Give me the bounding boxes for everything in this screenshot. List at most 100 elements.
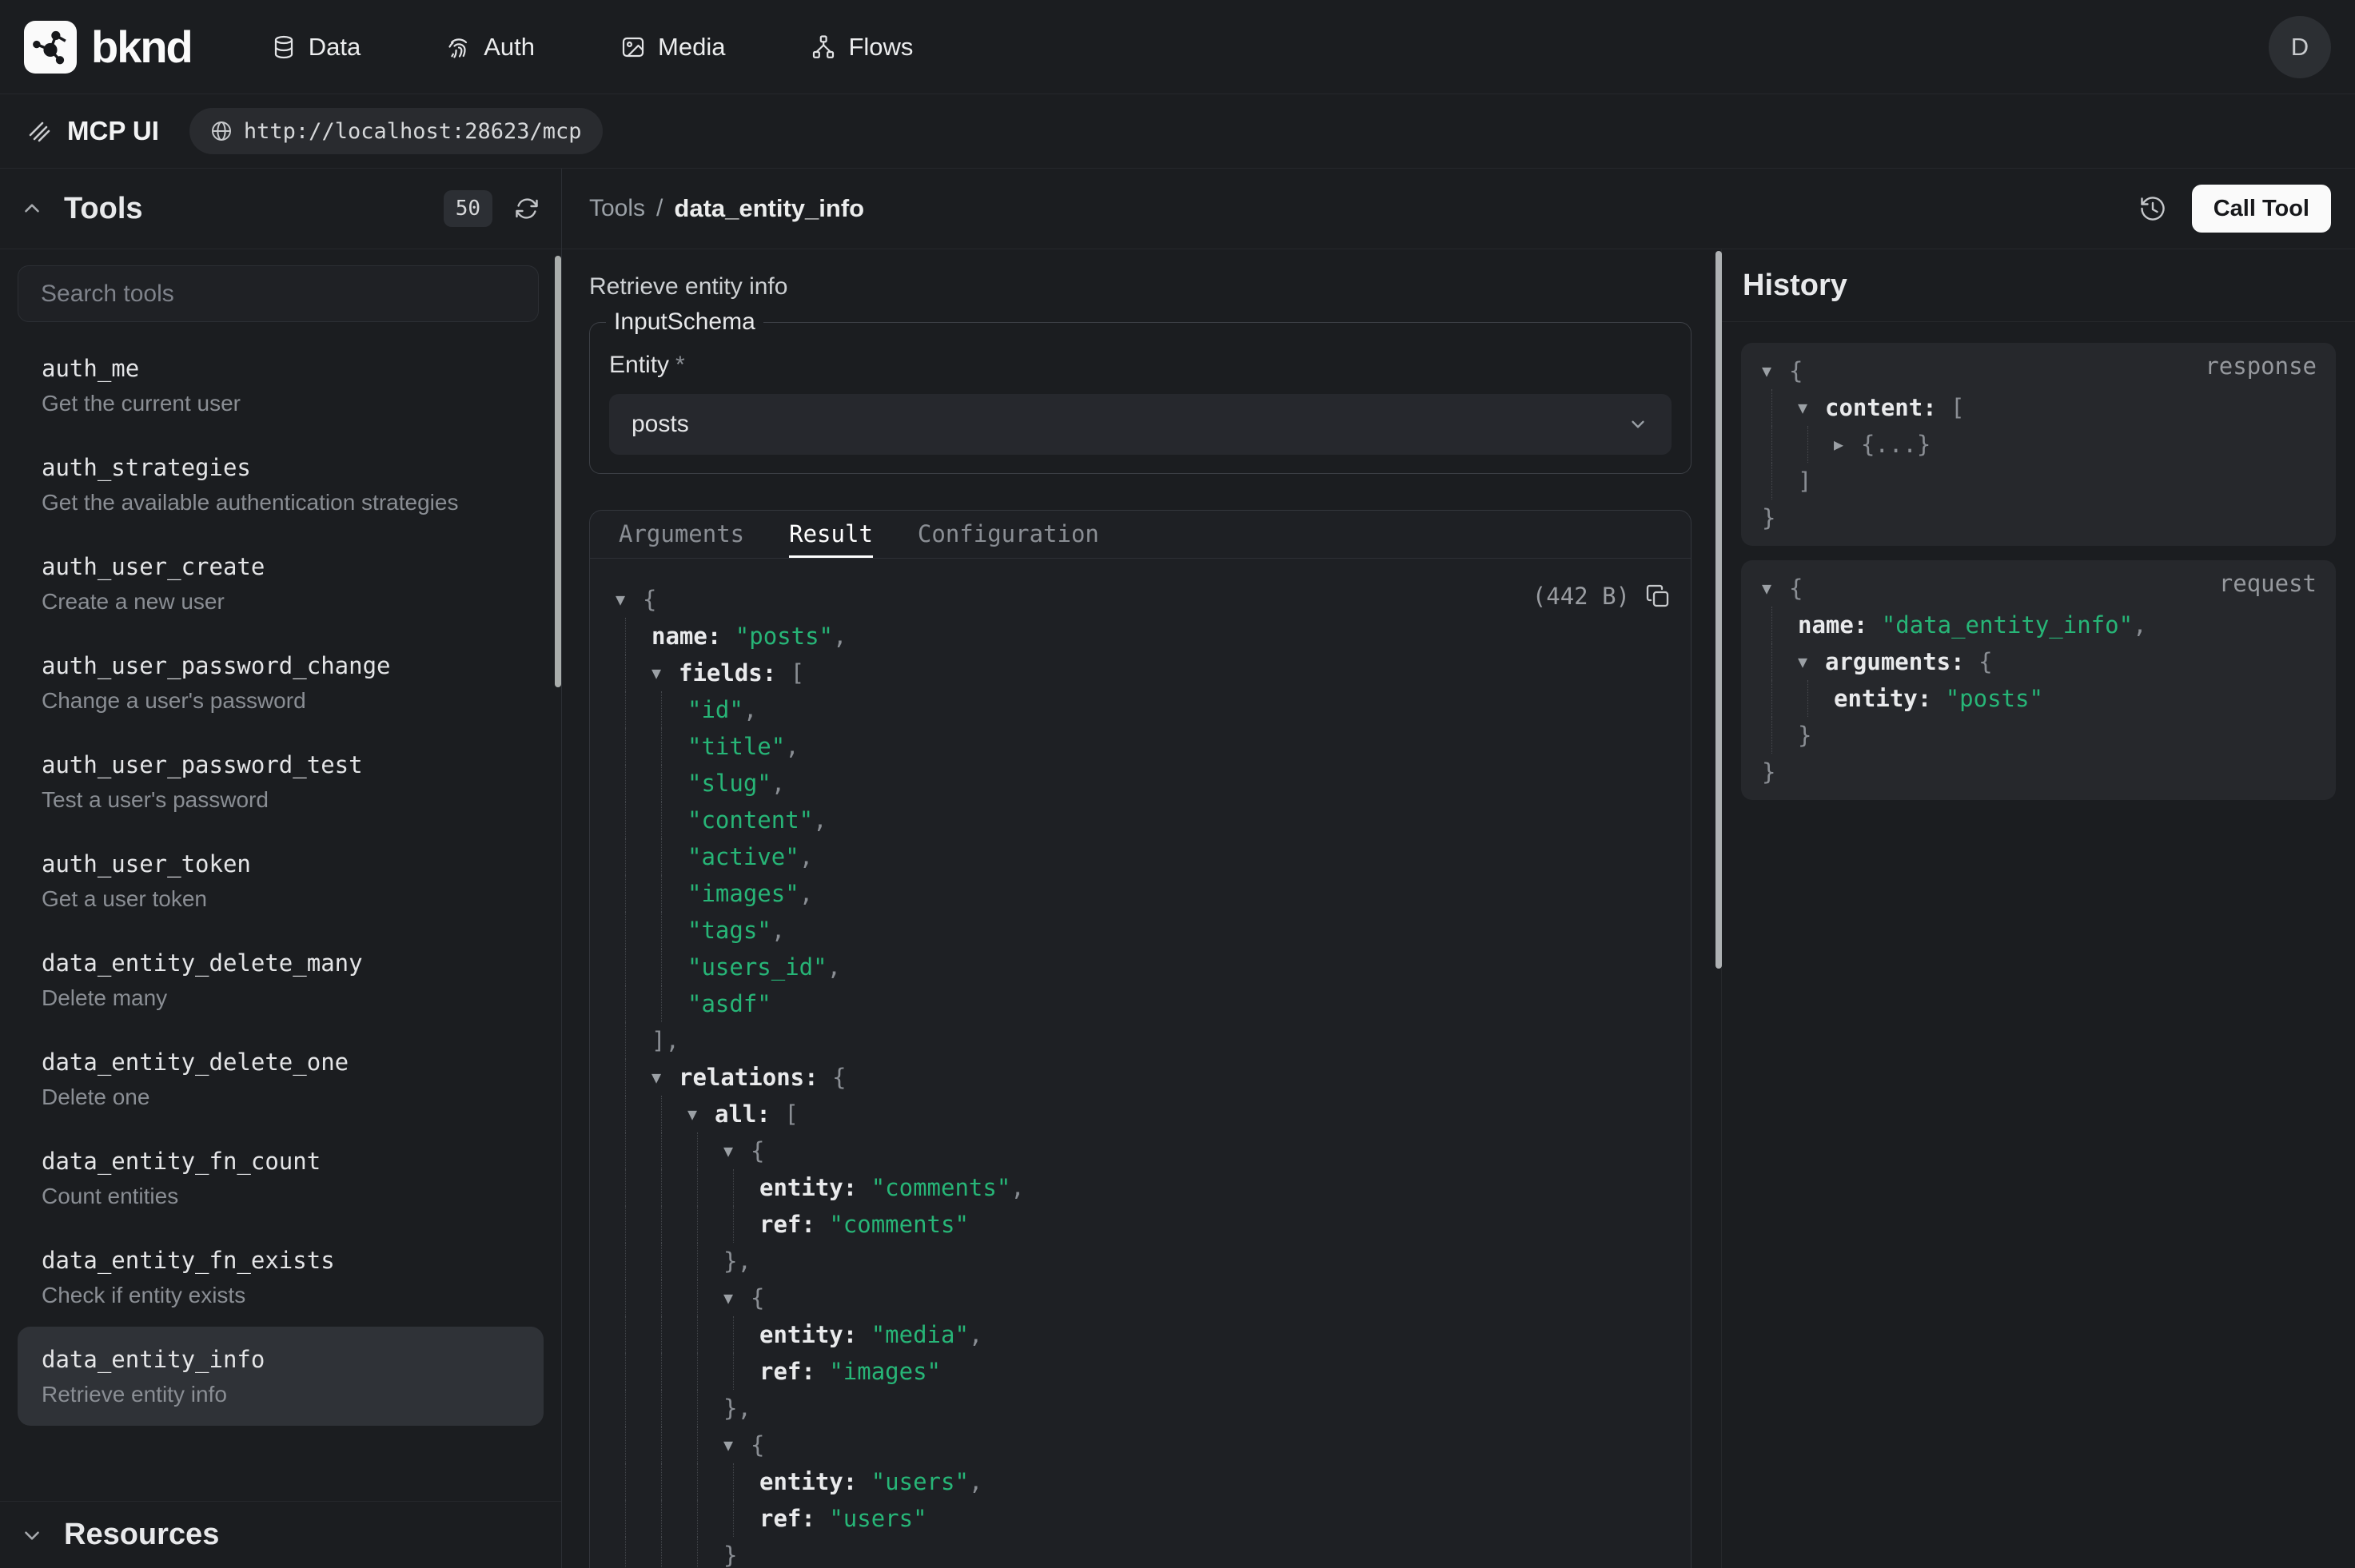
resources-section-header[interactable]: Resources — [0, 1501, 561, 1568]
collapse-toggle-icon[interactable]: ▼ — [723, 1279, 751, 1316]
tool-list-item[interactable]: data_entity_infoRetrieve entity info — [18, 1327, 544, 1426]
entity-field-label: Entity* — [609, 352, 1672, 379]
tab-configuration[interactable]: Configuration — [918, 511, 1099, 558]
tool-name: auth_user_password_test — [42, 750, 520, 780]
search-placeholder: Search tools — [41, 281, 174, 308]
tool-name: auth_user_create — [42, 551, 520, 582]
json-row: ▼{ — [616, 1279, 1672, 1316]
top-navbar: bknd Data — [0, 0, 2355, 94]
history-request-card[interactable]: request ▼{name: "data_entity_info",▼argu… — [1741, 560, 2336, 800]
tool-list-item[interactable]: data_entity_delete_manyDelete many — [18, 930, 544, 1029]
nav-item-auth[interactable]: Auth — [446, 33, 535, 62]
collapse-toggle-icon[interactable]: ▼ — [652, 1059, 679, 1096]
json-row: } — [1762, 499, 2317, 536]
json-row: "asdf" — [616, 985, 1672, 1022]
collapse-toggle-icon[interactable]: ▼ — [1762, 570, 1789, 607]
entity-select[interactable]: posts — [609, 394, 1672, 455]
mcp-url-pill[interactable]: http://localhost:28623/mcp — [189, 108, 603, 154]
json-row: ▼all: [ — [616, 1096, 1672, 1132]
tool-description: Delete many — [42, 985, 520, 1012]
tool-list-item[interactable]: auth_user_password_test Test a user's pas… — [18, 732, 544, 831]
tool-list-item[interactable]: data_entity_fn_existsCheck if entity exi… — [18, 1228, 544, 1327]
collapse-toggle-icon[interactable]: ▼ — [687, 1096, 715, 1132]
history-icon[interactable] — [2138, 193, 2168, 224]
required-mark: * — [675, 352, 685, 378]
json-row: ▼content: [ — [1762, 389, 2317, 426]
tool-list-item[interactable]: data_entity_fn_countCount entities — [18, 1128, 544, 1228]
globe-icon — [210, 120, 233, 142]
tool-list-item[interactable]: auth_meGet the current user — [18, 336, 544, 435]
chevron-down-icon — [1627, 413, 1649, 436]
tools-sidebar: Tools 50 Search tools auth_meGet the cur… — [0, 169, 562, 1568]
result-size-label: (442 B) — [1532, 583, 1630, 610]
tool-list-item[interactable]: auth_user_token Get a user token — [18, 831, 544, 930]
brand-logo[interactable]: bknd — [24, 21, 192, 74]
json-row: name: "posts", — [616, 618, 1672, 655]
mcp-url: http://localhost:28623/mcp — [244, 119, 582, 144]
content-scrollbar[interactable] — [1715, 251, 1722, 969]
nav-item-media[interactable]: Media — [620, 33, 725, 62]
history-response-card[interactable]: response ▼{▼content: [▶{...}]} — [1741, 343, 2336, 546]
breadcrumb-current-tool: data_entity_info — [674, 194, 864, 223]
collapse-toggle-icon[interactable]: ▼ — [616, 581, 643, 618]
tool-description: Get the current user — [42, 390, 520, 417]
json-row: "active", — [616, 838, 1672, 875]
tool-list-item[interactable]: auth_user_password_changeChange a user's… — [18, 633, 544, 732]
json-row: "title", — [616, 728, 1672, 765]
sidebar-scrollbar[interactable] — [555, 256, 561, 687]
tool-detail-header: Tools / data_entity_info Call Tool — [562, 169, 2355, 249]
json-row: "slug", — [616, 765, 1672, 802]
request-label: request — [2219, 570, 2317, 597]
tool-description: Get a user token — [42, 885, 520, 913]
tab-result[interactable]: Result — [789, 511, 873, 558]
tool-list-item[interactable]: auth_strategiesGet the available authent… — [18, 435, 544, 534]
bknd-logo-icon — [24, 21, 77, 74]
history-title: History — [1722, 249, 2355, 322]
json-row: entity: "posts" — [1762, 680, 2317, 717]
refresh-icon[interactable] — [513, 195, 540, 222]
nav-item-flows[interactable]: Flows — [811, 33, 913, 62]
json-row: ▼relations: { — [616, 1059, 1672, 1096]
collapse-toggle-icon[interactable]: ▼ — [1762, 352, 1789, 389]
json-row: ▶{...} — [1762, 426, 2317, 463]
json-row: entity: "media", — [616, 1316, 1672, 1353]
breadcrumb-section[interactable]: Tools — [589, 195, 645, 222]
tools-count-badge: 50 — [444, 190, 492, 227]
collapse-toggle-icon[interactable]: ▼ — [723, 1132, 751, 1169]
call-tool-button[interactable]: Call Tool — [2192, 185, 2331, 233]
json-row: ] — [1762, 463, 2317, 499]
json-row: "images", — [616, 875, 1672, 912]
response-label: response — [2205, 352, 2317, 380]
tool-list-item[interactable]: data_entity_delete_oneDelete one — [18, 1029, 544, 1128]
workflow-icon — [811, 34, 836, 60]
json-row: }, — [616, 1390, 1672, 1427]
mcp-title: MCP UI — [67, 116, 159, 146]
result-card: Arguments Result Configuration (442 B) — [589, 510, 1692, 1568]
tool-name: auth_user_token — [42, 849, 520, 879]
nav-item-data[interactable]: Data — [271, 33, 361, 62]
tool-description: Test a user's password — [42, 786, 520, 814]
request-json-viewer: ▼{name: "data_entity_info",▼arguments: {… — [1762, 570, 2317, 790]
tab-arguments[interactable]: Arguments — [619, 511, 744, 558]
chevron-up-icon[interactable] — [21, 197, 43, 220]
copy-icon[interactable] — [1644, 583, 1672, 610]
tool-list: auth_meGet the current userauth_strategi… — [0, 336, 561, 1426]
expand-toggle-icon[interactable]: ▶ — [1834, 426, 1861, 463]
collapse-toggle-icon[interactable]: ▼ — [652, 655, 679, 691]
json-row: ref: "users" — [616, 1500, 1672, 1537]
collapse-toggle-icon[interactable]: ▼ — [723, 1427, 751, 1463]
json-row: name: "data_entity_info", — [1762, 607, 2317, 643]
collapse-toggle-icon[interactable]: ▼ — [1798, 389, 1825, 426]
mcp-logo-icon — [26, 117, 53, 145]
collapse-toggle-icon[interactable]: ▼ — [1798, 643, 1825, 680]
json-row: ref: "images" — [616, 1353, 1672, 1390]
search-tools-input[interactable]: Search tools — [18, 265, 539, 322]
nav-item-label: Flows — [848, 33, 913, 62]
tool-description: Create a new user — [42, 588, 520, 615]
history-panel: History response ▼{▼content: [▶{...}]} r… — [1721, 249, 2355, 1568]
result-json-viewer: ▼{name: "posts",▼fields: ["id","title","… — [590, 559, 1691, 1568]
user-avatar[interactable]: D — [2269, 16, 2331, 78]
primary-nav: Data Auth — [271, 33, 914, 62]
tool-name: data_entity_fn_count — [42, 1146, 520, 1176]
tool-list-item[interactable]: auth_user_create Create a new user — [18, 534, 544, 633]
